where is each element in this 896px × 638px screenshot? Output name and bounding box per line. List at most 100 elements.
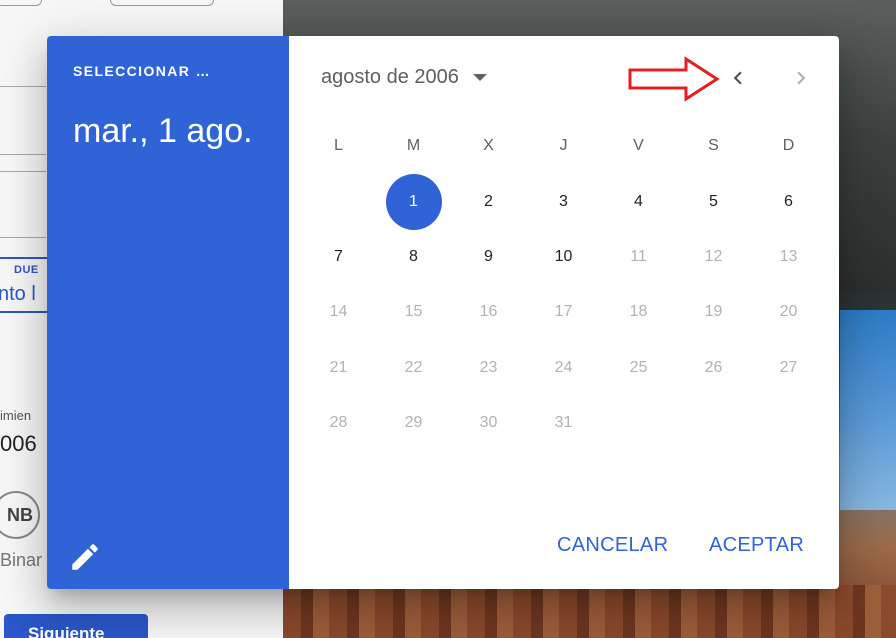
day-cell[interactable]: 8 bbox=[376, 229, 451, 284]
divider bbox=[0, 86, 46, 87]
day-number: 30 bbox=[479, 413, 498, 431]
day-cell[interactable]: 7 bbox=[301, 229, 376, 284]
day-number: 16 bbox=[479, 303, 498, 321]
day-cell: 16 bbox=[451, 285, 526, 340]
day-cell[interactable]: 5 bbox=[676, 174, 751, 229]
day-cell: 12 bbox=[676, 229, 751, 284]
background-ruins bbox=[283, 585, 896, 638]
day-cell: 17 bbox=[526, 285, 601, 340]
dialog-actions: CANCELAR ACEPTAR bbox=[289, 509, 839, 589]
pencil-icon bbox=[72, 544, 98, 570]
next-month-button[interactable] bbox=[783, 60, 819, 96]
day-cell[interactable]: 4 bbox=[601, 174, 676, 229]
red-arrow-annotation bbox=[628, 56, 720, 102]
arrow-drop-down-icon bbox=[472, 73, 487, 81]
calendar-body: agosto de 2006 LMXJVSD 1 2 3 4 5 6 7 8 9 10 11 12 13… bbox=[289, 36, 839, 589]
day-number: 24 bbox=[554, 358, 573, 376]
day-cell: 26 bbox=[676, 340, 751, 395]
dialog-overline: SELECCIONAR … bbox=[73, 63, 211, 79]
day-cell: 18 bbox=[601, 285, 676, 340]
year-value: 006 bbox=[0, 431, 37, 456]
weekday-label: S bbox=[708, 137, 719, 154]
day-cell[interactable]: 10 bbox=[526, 229, 601, 284]
day-number: 2 bbox=[484, 192, 493, 210]
day-number: 5 bbox=[709, 192, 718, 210]
day-number: 22 bbox=[404, 358, 423, 376]
day-number: 10 bbox=[554, 247, 573, 265]
day-number: 26 bbox=[704, 358, 723, 376]
day-cell: 24 bbox=[526, 340, 601, 395]
day-cell[interactable]: 2 bbox=[451, 174, 526, 229]
field-label: imien bbox=[0, 408, 32, 423]
avatar: NB bbox=[0, 491, 40, 539]
month-year-label: agosto de 2006 bbox=[321, 65, 459, 88]
empty-day-cell bbox=[301, 174, 376, 229]
chevron-right-icon bbox=[797, 71, 806, 85]
day-number: 18 bbox=[629, 303, 648, 321]
day-number: 23 bbox=[479, 358, 498, 376]
day-number: 4 bbox=[634, 192, 643, 210]
day-cell[interactable]: 3 bbox=[526, 174, 601, 229]
day-number: 31 bbox=[554, 413, 573, 431]
weekday-label: M bbox=[406, 137, 421, 154]
day-cell: 28 bbox=[301, 395, 376, 450]
day-number: 27 bbox=[779, 358, 798, 376]
day-cell: 29 bbox=[376, 395, 451, 450]
due-value: nto l bbox=[0, 283, 36, 305]
day-cell: 14 bbox=[301, 285, 376, 340]
day-cell-selected[interactable]: 1 bbox=[376, 173, 451, 230]
dialog-header: SELECCIONAR … mar., 1 ago. bbox=[47, 36, 289, 589]
day-cell: 22 bbox=[376, 340, 451, 395]
avatar-name: Binar bbox=[0, 550, 43, 570]
day-number: 3 bbox=[559, 192, 568, 210]
day-number: 7 bbox=[334, 247, 343, 265]
cancel-button[interactable]: CANCELAR bbox=[557, 525, 668, 565]
selected-date-title: mar., 1 ago. bbox=[73, 112, 253, 150]
day-number: 12 bbox=[704, 247, 723, 265]
weekday-label: D bbox=[782, 137, 795, 154]
day-number: 9 bbox=[484, 247, 493, 265]
day-number: 13 bbox=[779, 247, 798, 265]
weekday-header: LMXJVSD bbox=[301, 134, 827, 158]
day-cell: 15 bbox=[376, 285, 451, 340]
day-number: 15 bbox=[404, 303, 423, 321]
background-sky bbox=[840, 310, 896, 510]
day-cell[interactable]: 6 bbox=[751, 174, 826, 229]
day-cell: 30 bbox=[451, 395, 526, 450]
chevron-left-icon bbox=[733, 71, 742, 85]
day-number: 21 bbox=[329, 358, 348, 376]
day-number: 28 bbox=[329, 413, 348, 431]
day-number: 19 bbox=[704, 303, 723, 321]
day-cell: 27 bbox=[751, 340, 826, 395]
day-number: 17 bbox=[554, 303, 573, 321]
weekday-label: J bbox=[559, 137, 568, 154]
divider bbox=[0, 154, 46, 155]
day-number: 14 bbox=[329, 303, 348, 321]
day-number: 1 bbox=[385, 173, 442, 230]
day-number: 11 bbox=[630, 247, 647, 265]
day-cell: 13 bbox=[751, 229, 826, 284]
day-cell: 23 bbox=[451, 340, 526, 395]
next-button: Siguiente bbox=[4, 614, 148, 638]
weekday-label: V bbox=[633, 137, 644, 154]
day-cell: 11 bbox=[601, 229, 676, 284]
accept-button[interactable]: ACEPTAR bbox=[709, 525, 804, 565]
day-number: 29 bbox=[404, 413, 423, 431]
day-cell: 31 bbox=[526, 395, 601, 450]
day-cell: 19 bbox=[676, 285, 751, 340]
edit-input-mode-button[interactable] bbox=[67, 539, 103, 575]
day-cell[interactable]: 9 bbox=[451, 229, 526, 284]
day-number: 8 bbox=[409, 247, 418, 265]
day-cell: 20 bbox=[751, 285, 826, 340]
calendar-grid: 1 2 3 4 5 6 7 8 9 10 11 12 13 14 15 16 17 18 19 20 21 22 23 24 2… bbox=[301, 173, 827, 450]
day-number: 25 bbox=[629, 358, 648, 376]
due-label: DUE bbox=[14, 264, 39, 276]
background-field bbox=[110, 0, 214, 6]
date-picker-dialog: SELECCIONAR … mar., 1 ago. agosto de 200… bbox=[47, 36, 839, 589]
weekday-label: X bbox=[483, 137, 494, 154]
previous-month-button[interactable] bbox=[720, 60, 756, 96]
day-number: 6 bbox=[784, 192, 793, 210]
weekday-label: L bbox=[334, 137, 343, 154]
month-year-switcher[interactable]: agosto de 2006 bbox=[321, 62, 487, 92]
day-number: 20 bbox=[779, 303, 798, 321]
